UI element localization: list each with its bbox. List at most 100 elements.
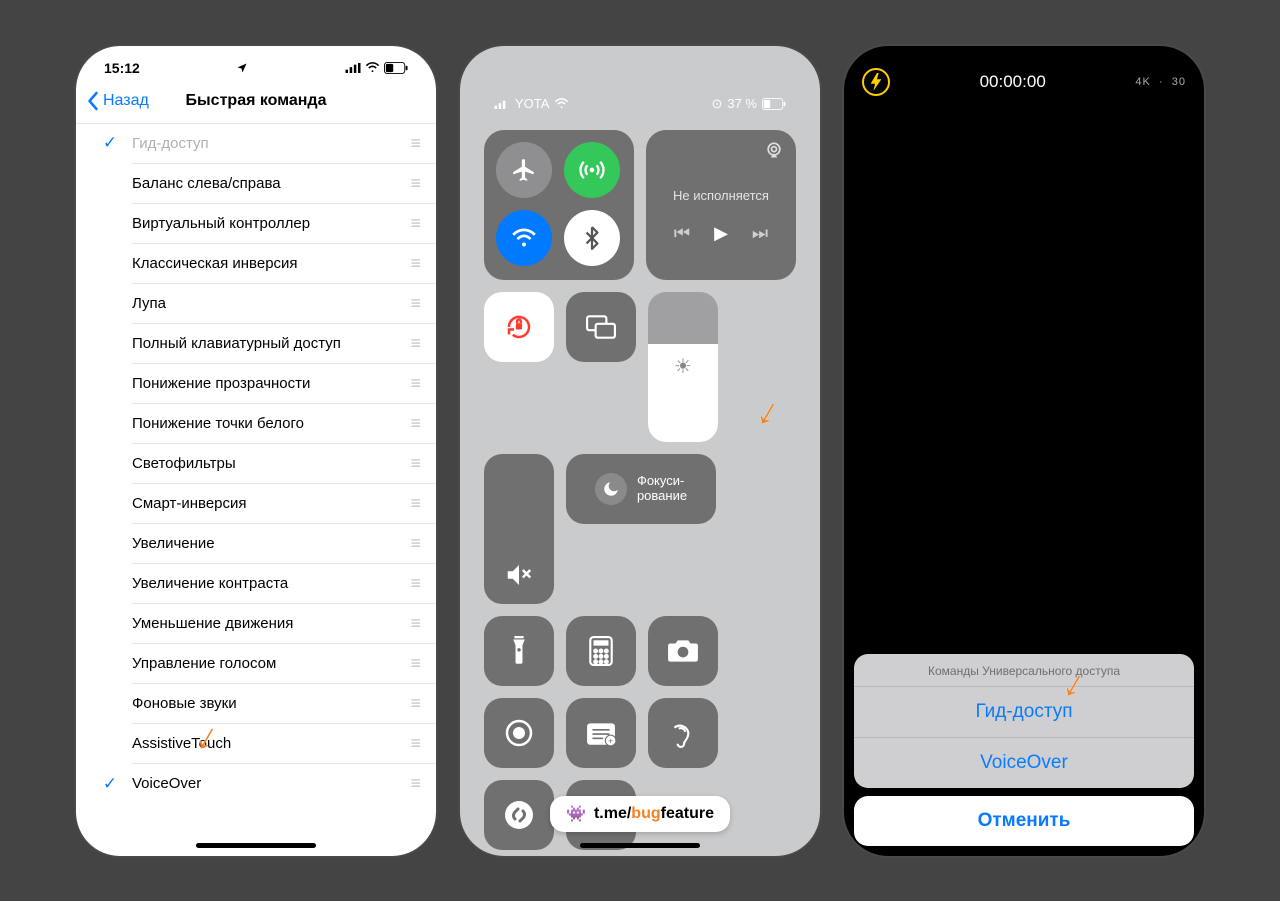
reorder-handle-icon[interactable]: ≡ (410, 773, 420, 794)
action-sheet: Команды Универсального доступа Гид-досту… (854, 654, 1194, 846)
airplay-icon (764, 140, 784, 160)
back-label: Назад (103, 92, 149, 110)
airplane-mode-toggle[interactable] (496, 142, 552, 198)
location-arrow-icon (236, 62, 248, 74)
list-item-label: Понижение точки белого (132, 415, 304, 432)
calculator-button[interactable] (566, 616, 636, 686)
connectivity-tile[interactable] (484, 130, 634, 280)
camera-button[interactable] (648, 616, 718, 686)
list-item[interactable]: Классическая инверсия ≡ (132, 244, 436, 284)
shortcut-list: ✓Гид-доступ≡Баланс слева/справа≡Виртуаль… (76, 124, 436, 804)
list-item[interactable]: Фоновые звуки≡ (132, 684, 436, 724)
reorder-handle-icon[interactable]: ≡ (410, 413, 420, 434)
reorder-handle-icon[interactable]: ≡ (410, 373, 420, 394)
play-icon[interactable]: ▶ (714, 223, 728, 244)
list-item[interactable]: AssistiveTouch≡ (132, 724, 436, 764)
reorder-handle-icon[interactable]: ≡ (410, 453, 420, 474)
status-carrier: YOTA (515, 96, 549, 111)
reorder-handle-icon[interactable]: ≡ (410, 693, 420, 714)
wifi-toggle[interactable] (496, 210, 552, 266)
list-item[interactable]: Понижение прозрачности≡ (132, 364, 436, 404)
reorder-handle-icon[interactable]: ≡ (410, 293, 420, 314)
media-title: Не исполняется (673, 188, 769, 203)
screenshot-shortcut-settings: 15:12 Назад Быстрая команда ✓Гид-доступ≡… (76, 46, 436, 856)
list-item-label: Баланс слева/справа (132, 175, 281, 192)
list-item[interactable]: ✓Гид-доступ≡ (132, 124, 436, 164)
volume-slider[interactable] (484, 454, 554, 604)
list-item-label: Увеличение (132, 535, 215, 552)
camera-top-bar: 00:00:00 4K · 30 (844, 46, 1204, 96)
reorder-handle-icon[interactable]: ≡ (410, 253, 420, 274)
home-indicator[interactable] (580, 843, 700, 848)
reorder-handle-icon[interactable]: ≡ (410, 213, 420, 234)
space-invader-icon: 👾 (566, 804, 586, 824)
checkmark-icon: ✓ (88, 774, 132, 794)
action-sheet-title: Команды Универсального доступа (854, 654, 1194, 687)
wifi-icon (554, 98, 569, 109)
status-bar: YOTA ⊙ 37 % (460, 46, 820, 112)
list-item-label: Управление голосом (132, 655, 276, 672)
screenshot-control-center: YOTA ⊙ 37 % (460, 46, 820, 856)
screenshot-camera-action-sheet: 00:00:00 4K · 30 Команды Универсального … (844, 46, 1204, 856)
list-item[interactable]: Увеличение контраста ≡ (132, 564, 436, 604)
screen-mirroring-button[interactable] (566, 292, 636, 362)
media-playback-tile[interactable]: Не исполняется ⏮ ▶ ⏭ (646, 130, 796, 280)
list-item-label: Классическая инверсия (132, 255, 298, 272)
cellular-data-toggle[interactable] (564, 142, 620, 198)
reorder-handle-icon[interactable]: ≡ (410, 493, 420, 514)
focus-mode-button[interactable]: Фокуси- рование (566, 454, 716, 524)
watermark-badge: 👾 t.me/bugfeature (550, 796, 730, 832)
list-item[interactable]: Понижение точки белого ≡ (132, 404, 436, 444)
action-option-guided-access[interactable]: Гид-доступ (854, 687, 1194, 738)
battery-icon (762, 98, 786, 110)
brightness-slider[interactable]: ☀ (648, 292, 718, 442)
list-item[interactable]: ✓VoiceOver≡ (132, 764, 436, 804)
list-item[interactable]: Смарт-инверсия ≡ (132, 484, 436, 524)
record-timer: 00:00:00 (980, 72, 1046, 92)
reorder-handle-icon[interactable]: ≡ (410, 653, 420, 674)
reorder-handle-icon[interactable]: ≡ (410, 333, 420, 354)
list-item[interactable]: Виртуальный контроллер≡ (132, 204, 436, 244)
notes-button[interactable]: + (566, 698, 636, 768)
list-item[interactable]: Лупа ≡ (132, 284, 436, 324)
reorder-handle-icon[interactable]: ≡ (410, 573, 420, 594)
action-option-voiceover[interactable]: VoiceOver (854, 738, 1194, 788)
status-bar: 15:12 (76, 46, 436, 80)
reorder-handle-icon[interactable]: ≡ (410, 133, 420, 154)
reorder-handle-icon[interactable]: ≡ (410, 613, 420, 634)
list-item-label: Увеличение контраста (132, 575, 288, 592)
list-item-label: Смарт-инверсия (132, 495, 247, 512)
list-item-label: Лупа (132, 295, 166, 312)
prev-track-icon[interactable]: ⏮ (674, 223, 690, 244)
reorder-handle-icon[interactable]: ≡ (410, 733, 420, 754)
list-item[interactable]: Полный клавиатурный доступ ≡ (132, 324, 436, 364)
orientation-lock-toggle[interactable] (484, 292, 554, 362)
sun-icon: ☀ (674, 354, 692, 379)
flash-auto-button[interactable] (862, 68, 890, 96)
reorder-handle-icon[interactable]: ≡ (410, 533, 420, 554)
list-item[interactable]: Уменьшение движения≡ (132, 604, 436, 644)
hearing-button[interactable] (648, 698, 718, 768)
shazam-button[interactable] (484, 780, 554, 850)
home-indicator[interactable] (196, 843, 316, 848)
list-item-label: Гид-доступ (132, 135, 209, 152)
camera-resolution[interactable]: 4K · 30 (1135, 76, 1186, 88)
next-track-icon[interactable]: ⏭ (752, 223, 768, 244)
list-item[interactable]: Светофильтры ≡ (132, 444, 436, 484)
reorder-handle-icon[interactable]: ≡ (410, 173, 420, 194)
list-item[interactable]: Увеличение ≡ (132, 524, 436, 564)
action-sheet-cancel[interactable]: Отменить (854, 796, 1194, 846)
list-item-label: Светофильтры (132, 455, 236, 472)
flashlight-button[interactable] (484, 616, 554, 686)
bluetooth-toggle[interactable] (564, 210, 620, 266)
mute-icon (504, 560, 534, 590)
back-button[interactable]: Назад (76, 91, 149, 111)
list-item[interactable]: Баланс слева/справа ≡ (132, 164, 436, 204)
cell-signal-icon (345, 63, 361, 73)
screen-record-button[interactable] (484, 698, 554, 768)
list-item[interactable]: Управление голосом ≡ (132, 644, 436, 684)
status-battery-pct: 37 % (727, 96, 757, 111)
svg-text:+: + (608, 735, 613, 745)
lock-icon: ⊙ (711, 96, 722, 112)
list-item-label: Полный клавиатурный доступ (132, 335, 341, 352)
